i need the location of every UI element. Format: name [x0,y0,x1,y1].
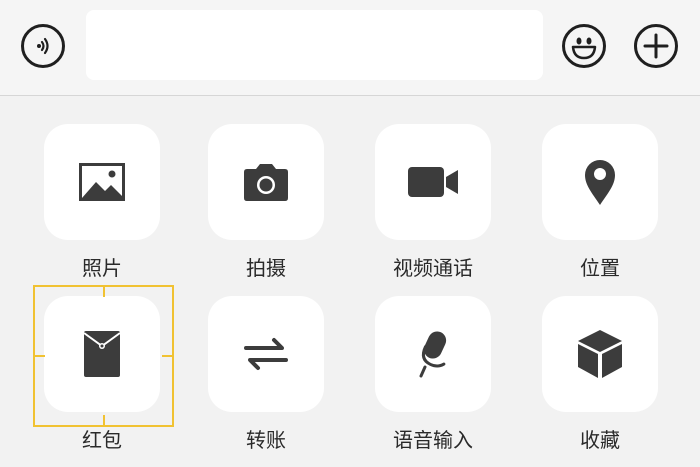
action-label: 语音输入 [393,428,473,452]
action-label: 视频通话 [393,256,473,280]
cube-icon [578,330,622,378]
action-red-packet[interactable] [44,296,160,412]
location-pin-icon [585,160,615,205]
plus-icon [643,33,669,59]
action-label: 收藏 [580,428,620,452]
transfer-arrows-icon [244,338,288,370]
action-label: 照片 [82,256,122,280]
action-video-call[interactable] [375,124,491,240]
action-location[interactable] [542,124,658,240]
voice-button[interactable] [21,24,65,68]
action-label: 拍摄 [246,256,286,280]
voice-icon [37,37,49,55]
more-button[interactable] [634,24,678,68]
action-voice-input[interactable] [375,296,491,412]
action-label: 位置 [580,256,620,280]
emoji-button[interactable] [562,24,606,68]
action-label: 转账 [246,428,286,452]
image-icon [79,163,125,201]
action-photos[interactable] [44,124,160,240]
action-transfer[interactable] [208,296,324,412]
message-input[interactable] [86,10,543,80]
camera-icon [244,164,288,201]
action-favorites[interactable] [542,296,658,412]
video-camera-icon [408,167,458,197]
microphone-icon [419,331,447,378]
emoji-icon [571,37,597,60]
input-bar [0,0,700,96]
action-camera[interactable] [208,124,324,240]
red-packet-icon [83,331,121,377]
action-label: 红包 [82,428,122,452]
